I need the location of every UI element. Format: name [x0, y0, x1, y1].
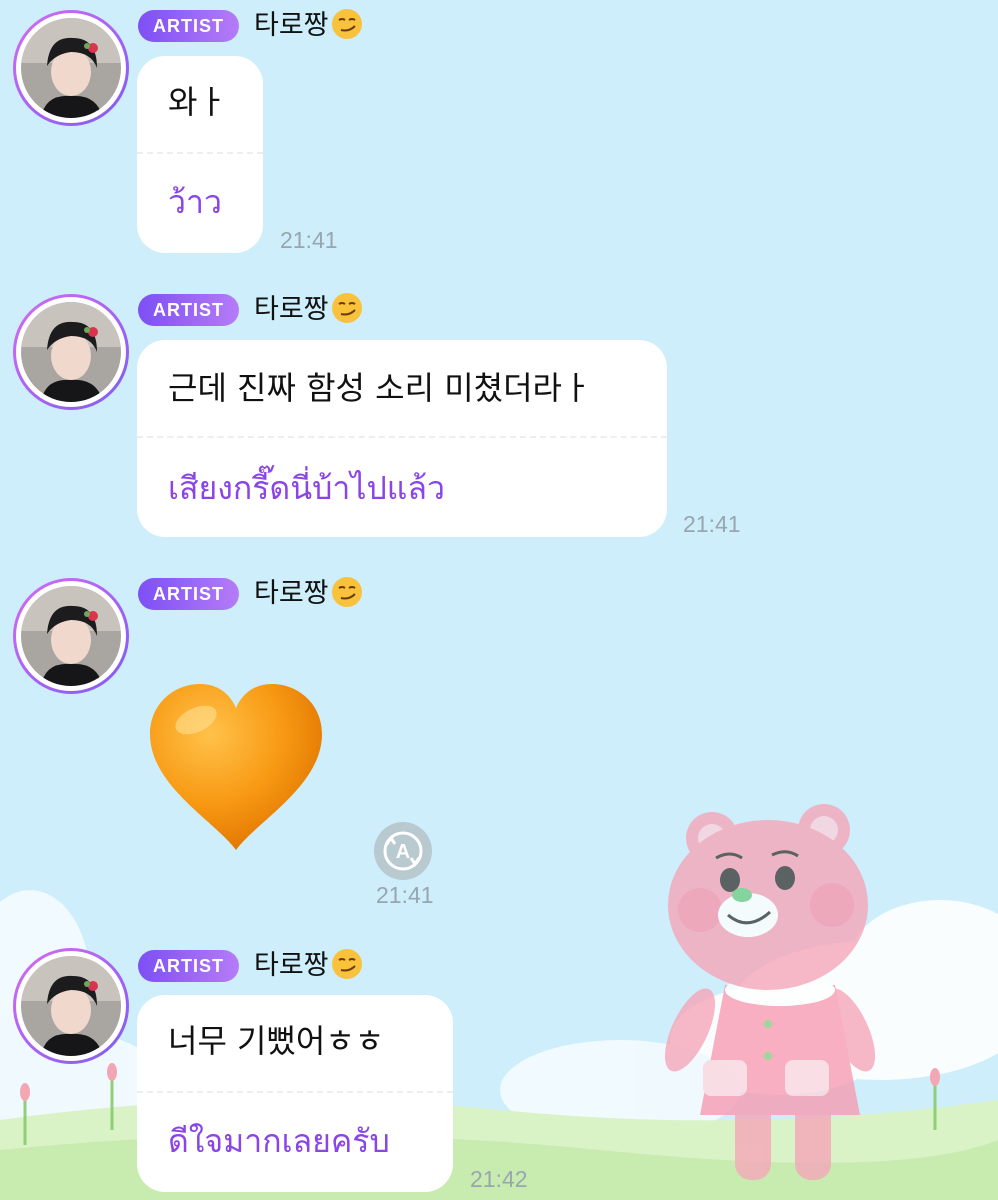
nickname-text: 타로짱	[254, 578, 329, 609]
svg-text:A: A	[396, 841, 410, 863]
artist-avatar[interactable]	[13, 294, 129, 410]
smirking-face-emoji-icon	[331, 576, 363, 608]
translation-divider	[137, 436, 667, 438]
smirking-face-emoji-icon	[331, 948, 363, 980]
nickname-text: 타로짱	[254, 10, 329, 41]
artist-nickname[interactable]: 타로짱	[254, 948, 363, 984]
translated-message-text: เสียงกรี๊ดนี่บ้าไปแล้ว	[168, 469, 445, 507]
orange-heart-emoji-icon[interactable]	[146, 682, 326, 852]
original-message-text: 와ㅏ	[168, 83, 227, 121]
artist-avatar[interactable]	[13, 10, 129, 126]
original-message-text: 너무 기뻤어ㅎㅎ	[168, 1022, 385, 1060]
message-bubble[interactable]: 근데 진짜 함성 소리 미쳤더라ㅏ เสียงกรี๊ดนี่บ้าไปแล้ว	[137, 340, 667, 537]
message-bubble[interactable]: 와ㅏ ว้าว	[137, 56, 263, 253]
artist-avatar[interactable]	[13, 948, 129, 1064]
message-timestamp: 21:41	[280, 227, 338, 253]
message-timestamp: 21:41	[376, 882, 434, 908]
smirking-face-emoji-icon	[331, 8, 363, 40]
nickname-text: 타로짱	[254, 950, 329, 981]
artist-nickname[interactable]: 타로짱	[254, 292, 363, 328]
translate-icon[interactable]: A	[374, 822, 432, 880]
original-message-text: 근데 진짜 함성 소리 미쳤더라ㅏ	[168, 369, 592, 407]
translation-divider	[137, 152, 263, 154]
artist-badge: ARTIST	[138, 950, 239, 982]
artist-nickname[interactable]: 타로짱	[254, 576, 363, 612]
message-bubble[interactable]: 너무 기뻤어ㅎㅎ ดีใจมากเลยครับ	[137, 995, 453, 1192]
smirking-face-emoji-icon	[331, 292, 363, 324]
avatar-photo-image	[21, 302, 121, 402]
artist-nickname[interactable]: 타로짱	[254, 8, 363, 44]
avatar-photo-image	[21, 18, 121, 118]
artist-badge: ARTIST	[138, 578, 239, 610]
nickname-text: 타로짱	[254, 294, 329, 325]
message-timestamp: 21:42	[470, 1166, 528, 1192]
message-timestamp: 21:41	[683, 511, 741, 537]
translated-message-text: ว้าว	[168, 183, 222, 221]
translated-message-text: ดีใจมากเลยครับ	[168, 1122, 390, 1160]
avatar-photo-image	[21, 586, 121, 686]
artist-avatar[interactable]	[13, 578, 129, 694]
artist-badge: ARTIST	[138, 10, 239, 42]
translation-divider	[137, 1091, 453, 1093]
artist-badge: ARTIST	[138, 294, 239, 326]
avatar-photo-image	[21, 956, 121, 1056]
